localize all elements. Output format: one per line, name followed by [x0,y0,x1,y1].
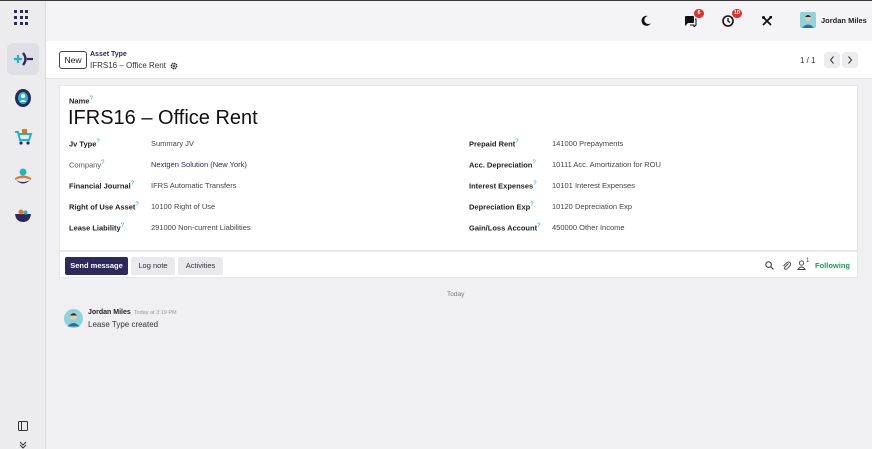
field-value[interactable]: 291000 Non-current Liabilities [151,223,251,232]
avatar [64,309,83,328]
field-value[interactable]: Nextgen Solution (New York) [151,160,247,169]
field-label: Prepaid Rent? [469,139,519,149]
field-value[interactable]: 141000 Prepayments [552,139,623,148]
search-icon[interactable] [765,261,774,270]
pager-value[interactable]: 1 / 1 [800,56,816,65]
apps-menu-icon[interactable] [14,10,30,26]
field-label: Jv Type? [69,139,100,149]
sidebar-app-employees[interactable] [7,160,39,192]
breadcrumb-current-label: IFRS16 – Office Rent [90,61,166,70]
new-button[interactable]: New [59,51,87,69]
gear-icon[interactable] [170,62,178,70]
message-author-name[interactable]: Jordan Miles [88,309,131,316]
followers-count: 1 [806,258,810,264]
activities-button[interactable]: Activities [178,257,223,275]
message-body: Lease Type created [88,320,159,329]
field-value[interactable]: 450000 Other Income [552,223,625,232]
activities-clock-icon[interactable]: 10 [720,9,742,29]
following-button[interactable]: Following [815,261,850,270]
messages-icon[interactable]: 6 [682,9,704,29]
field-value[interactable]: 10101 Interest Expenses [552,181,635,190]
debug-tools-icon[interactable] [759,13,775,29]
field-label: Gain/Loss Account? [469,223,541,233]
chevron-down-icon[interactable] [18,441,28,449]
message-author: Jordan Miles Today at 3:19 PM [88,309,177,316]
top-navbar: 6 10 Jordan Miles [46,1,872,41]
field-value[interactable]: 10120 Depreciation Exp [552,202,632,211]
employees-app-icon [15,168,31,184]
field-label: Financial Journal? [69,181,135,191]
field-value[interactable]: Summary JV [151,139,194,148]
chevron-left-icon [829,56,834,64]
field-value[interactable]: 10100 Right of Use [151,202,215,211]
chevron-right-icon [848,56,853,64]
sidebar-app-sales[interactable] [7,121,39,153]
activities-badge: 10 [731,9,742,18]
avatar [800,12,816,28]
name-field-input[interactable]: IFRS16 – Office Rent [68,107,258,130]
field-label: Company? [69,160,105,170]
paperclip-icon[interactable] [782,261,791,270]
field-value[interactable]: 10111 Acc. Amortization for ROU [552,160,661,169]
user-name: Jordan Miles [821,15,867,25]
field-label: Lease Liability? [69,223,125,233]
sidebar-app-contacts[interactable] [7,82,39,114]
field-label: Acc. Depreciation? [469,160,536,170]
contacts-app-icon [15,89,31,107]
sidebar-app-accounting[interactable] [7,43,39,75]
breadcrumb-parent[interactable]: Asset Type [90,51,127,58]
pager-previous-button[interactable] [824,52,840,68]
cart-app-icon [15,129,33,145]
field-label: Interest Expenses? [469,181,537,191]
log-note-button[interactable]: Log note [131,257,175,275]
name-field-label: Name? [69,96,93,106]
accounting-app-icon [14,52,33,66]
pager-next-button[interactable] [842,52,858,68]
form-sheet: Name? IFRS16 – Office Rent Jv Type? Summ… [59,85,858,251]
followers-user-icon[interactable] [797,260,806,270]
bowl-app-icon [15,209,31,222]
messages-badge: 6 [694,9,704,18]
sidebar-toggle-icon[interactable] [18,421,28,431]
app-sidebar [0,1,46,449]
breadcrumb-current: IFRS16 – Office Rent [90,61,178,70]
date-separator: Today [447,291,465,298]
dark-mode-icon[interactable] [638,13,654,29]
message-timestamp: Today at 3:19 PM [133,310,177,316]
field-label: Depreciation Exp? [469,202,534,212]
field-value[interactable]: IFRS Automatic Transfers [151,181,236,190]
user-menu[interactable]: Jordan Miles [800,12,867,28]
control-panel: New Asset Type IFRS16 – Office Rent 1 / … [46,41,872,79]
field-label: Right of Use Asset? [69,202,139,212]
sidebar-app-inventory[interactable] [7,199,39,231]
chatter-toolbar: Send message Log note Activities 1 Follo… [59,251,858,278]
send-message-button[interactable]: Send message [65,257,128,275]
